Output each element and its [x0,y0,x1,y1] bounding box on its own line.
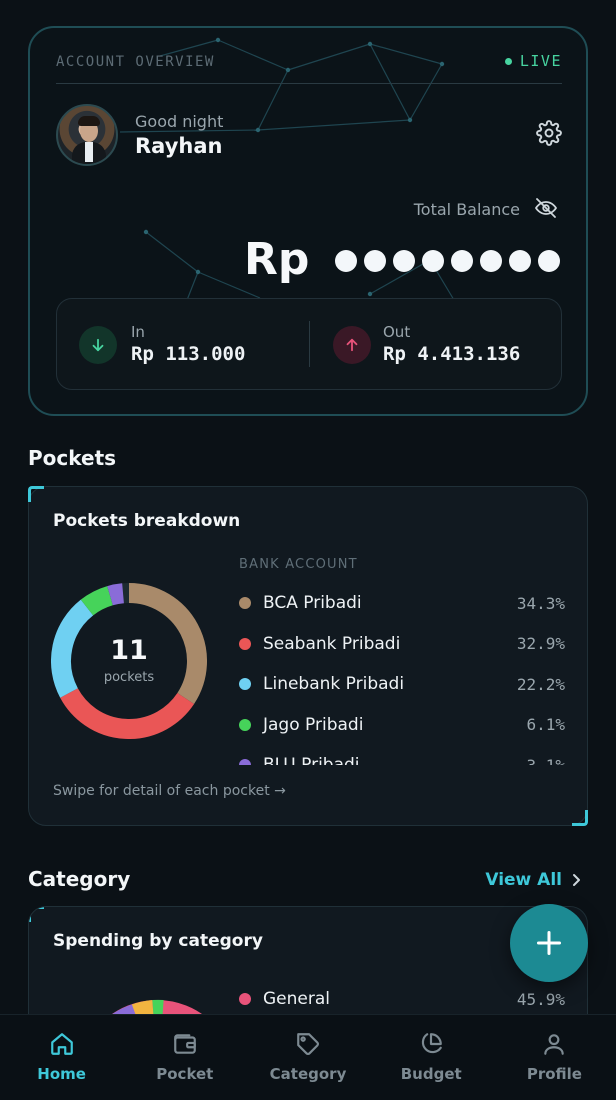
view-all-label: View All [485,870,562,890]
masked-balance[interactable] [335,250,560,272]
overview-label: ACCOUNT OVERVIEW [56,54,215,70]
legend-header: BANK ACCOUNT [239,557,358,572]
total-balance-label: Total Balance [413,200,520,219]
view-all-link[interactable]: View All [485,870,582,890]
swipe-hint: Swipe for detail of each pocket → [53,783,286,799]
expense-value: Rp 4.413.136 [383,343,521,365]
corner-accent [572,810,588,826]
category-legend-row[interactable]: General 45.9% [239,987,565,1011]
income-indicator [79,326,117,364]
pocket-percent: 34.3% [516,593,565,613]
nav-label-category: Category [269,1065,347,1083]
masked-digit [480,250,502,272]
wallet-icon [173,1034,196,1054]
nav-label-budget: Budget [400,1065,462,1083]
pie-icon [422,1033,443,1054]
arrow-up-icon [346,338,358,352]
category-section-title: Category [28,867,131,891]
pocket-name: BLU Pribadi [263,755,526,765]
category-name: General [263,989,330,1009]
expense-label: Out [383,323,411,341]
pocket-legend-row[interactable]: Linebank Pribadi 22.2% [239,664,565,705]
pocket-name: BCA Pribadi [263,593,362,614]
pockets-section-title: Pockets [28,446,117,470]
live-indicator: LIVE [504,52,562,70]
live-label: LIVE [519,52,562,70]
donut-slice [80,586,114,616]
pocket-name: Seabank Pribadi [263,633,401,654]
pocket-percent: 6.1% [526,715,565,735]
pocket-swatch [239,678,251,691]
pocket-swatch [239,637,251,650]
donut-slice [60,687,195,739]
pocket-name: Linebank Pribadi [263,674,405,695]
pocket-legend-row[interactable]: BLU Pribadi3.1% [239,745,565,765]
pocket-legend-row[interactable]: BCA Pribadi 34.3% [239,583,565,624]
category-card-title: Spending by category [53,931,263,951]
avatar[interactable] [56,104,118,166]
nav-item-budget[interactable]: Budget [370,1015,493,1100]
income-value: Rp 113.000 [131,343,246,365]
corner-accent [29,907,44,922]
category-percent: 45.9% [516,989,565,1009]
nav-item-profile[interactable]: Profile [493,1015,616,1100]
corner-accent [28,486,44,502]
donut-slice [107,583,125,606]
chevron-right-icon [573,874,580,886]
masked-digit [335,250,357,272]
nav-item-pocket[interactable]: Pocket [123,1015,246,1100]
category-swatch [239,993,251,1005]
nav-item-home[interactable]: Home [0,1015,123,1100]
pocket-swatch [239,597,251,610]
home-icon [50,1033,73,1055]
masked-digit [451,250,473,272]
tag-icon [297,1033,319,1055]
eye-off-icon[interactable] [534,196,558,220]
pocket-legend-row[interactable]: Jago Pribadi 6.1% [239,705,565,746]
pocket-percent: 32.9% [516,634,565,654]
live-dot-icon [504,57,512,65]
pocket-swatch [239,718,251,731]
greeting-text: Good night [135,112,224,131]
cashflow-summary: In Rp 113.000 Out Rp 4.413.136 [56,298,562,390]
pocket-name: Jago Pribadi [263,714,364,735]
expense-indicator [333,326,371,364]
pocket-percent: 22.2% [516,674,565,694]
pocket-count-label: pockets [103,670,155,685]
pocket-count: 11 [110,635,148,666]
pockets-legend[interactable]: BCA Pribadi 34.3% Seabank Pribadi 32.9% Line… [239,583,565,765]
gear-icon[interactable] [536,120,562,146]
divider [309,321,310,367]
masked-digit [393,250,415,272]
account-overview-card: ACCOUNT OVERVIEW LIVE Good night Rayhan … [28,26,588,416]
pocket-percent: 3.1% [526,756,565,765]
masked-digit [364,250,386,272]
pocket-swatch [239,759,251,765]
pocket-legend-row[interactable]: Seabank Pribadi 32.9% [239,624,565,665]
add-transaction-button[interactable] [510,904,588,982]
bottom-navigation: Home Pocket Category Budget Profile [0,1014,616,1100]
arrow-down-icon [92,338,104,352]
nav-item-category[interactable]: Category [246,1015,369,1100]
nav-label-home: Home [37,1065,86,1083]
masked-digit [509,250,531,272]
nav-label-pocket: Pocket [156,1065,214,1083]
balance-currency: Rp [244,234,310,285]
masked-digit [422,250,444,272]
user-name: Rayhan [135,134,223,158]
income-label: In [131,323,145,341]
person-icon [544,1034,565,1055]
pockets-card-title: Pockets breakdown [53,511,241,531]
pockets-breakdown-card[interactable]: Pockets breakdown 11 pockets BANK ACCOUN… [28,486,588,826]
overview-header: ACCOUNT OVERVIEW LIVE [56,52,562,84]
plus-icon [536,930,562,956]
nav-label-profile: Profile [526,1065,582,1083]
masked-digit [538,250,560,272]
